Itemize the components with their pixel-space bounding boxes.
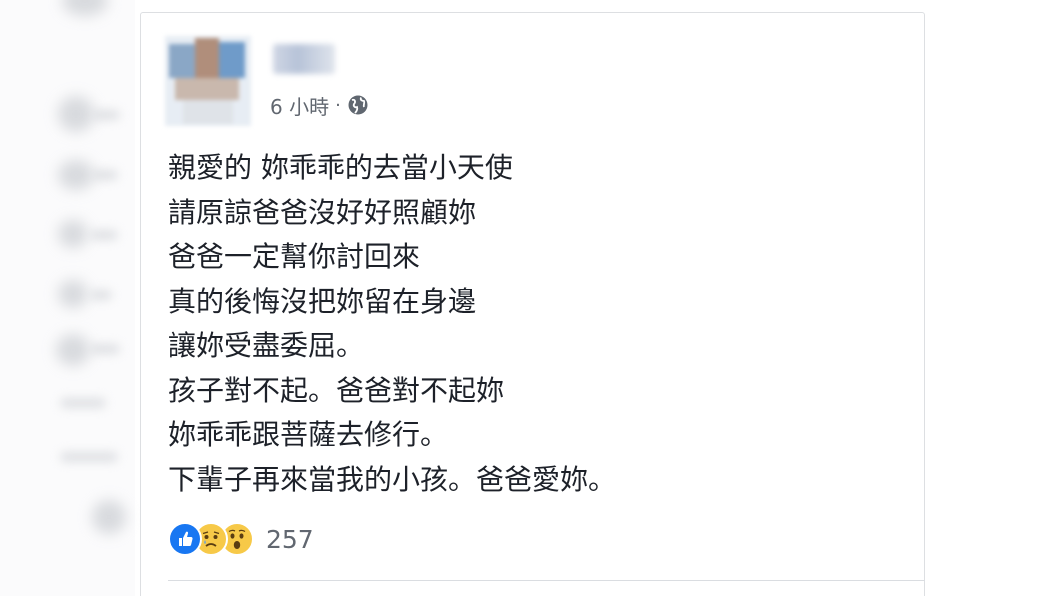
right-gutter (926, 0, 1060, 596)
post-meta: 6 小時 · (270, 91, 369, 120)
like-icon[interactable] (168, 522, 202, 556)
post-text-line: 親愛的 妳乖乖的去當小天使 (168, 151, 513, 184)
post-text-line: 真的後悔沒把妳留在身邊 (168, 284, 477, 318)
reaction-count[interactable]: 257 (266, 525, 314, 554)
reactions-bar[interactable]: 257 (168, 522, 314, 556)
post-text: 親愛的 妳乖乖的去當小天使 請原諒爸爸沒好好照顧妳 爸爸一定幫你討回來 真的後悔… (168, 146, 868, 502)
page: 6 小時 · 親愛的 妳乖乖的去當小天使 請原諒爸爸沒好好照顧妳 爸爸一定幫你討… (0, 0, 1060, 596)
post-text-line: 妳乖乖跟菩薩去修行。 (168, 418, 449, 451)
globe-icon[interactable] (347, 94, 369, 116)
post-text-line: 爸爸一定幫你討回來 (168, 240, 421, 273)
post-text-line: 孩子對不起。爸爸對不起妳 (168, 373, 505, 407)
post-text-line: 讓妳受盡委屈。 (168, 329, 365, 362)
blurred-sidebar (0, 0, 135, 596)
author-name[interactable] (273, 44, 335, 74)
avatar[interactable] (165, 36, 251, 126)
meta-separator: · (335, 94, 341, 116)
post-text-line: 下輩子再來當我的小孩。爸爸愛妳。 (168, 462, 617, 496)
post-text-line: 請原諒爸爸沒好好照顧妳 (168, 195, 477, 229)
divider (168, 580, 925, 581)
post-timestamp[interactable]: 6 小時 (270, 91, 329, 120)
